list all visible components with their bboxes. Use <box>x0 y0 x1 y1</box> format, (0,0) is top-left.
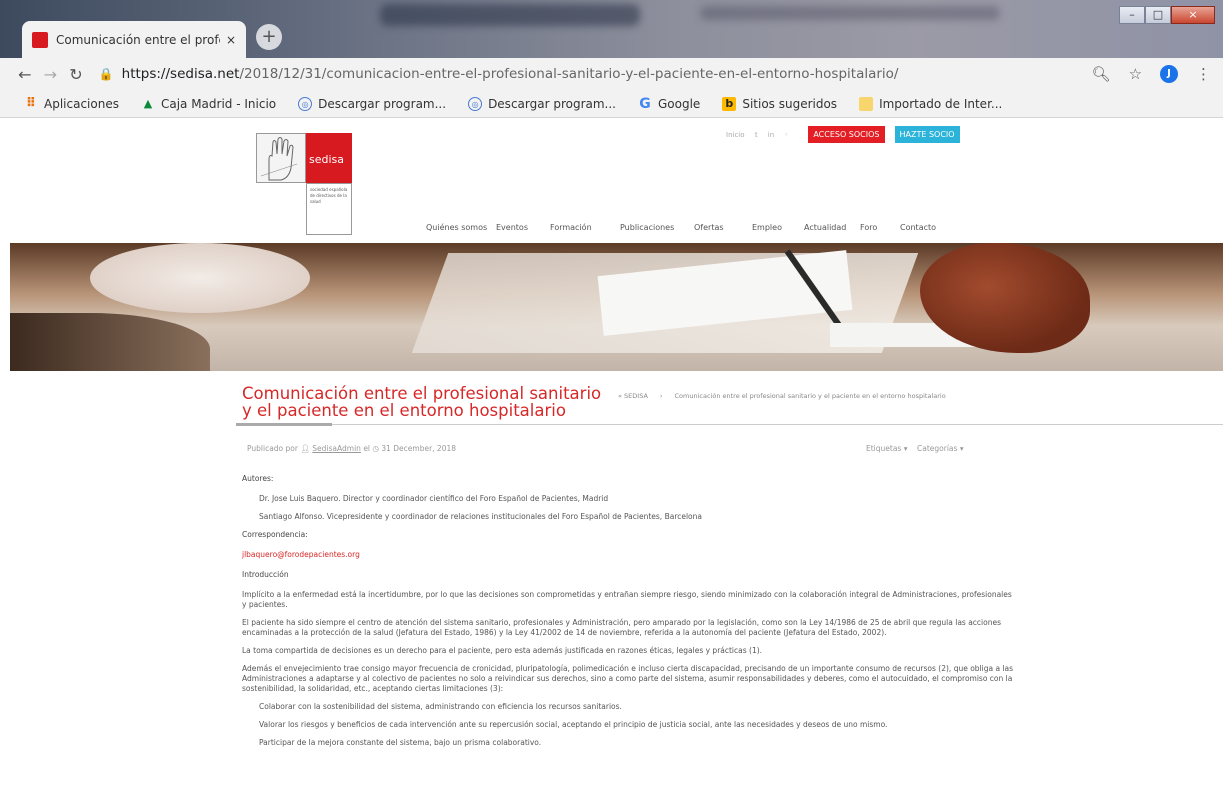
hazte-socio-button[interactable]: HAZTE SOCIO <box>894 126 960 143</box>
download-site-icon: ◎ <box>298 96 313 111</box>
reload-icon[interactable]: ↻ <box>63 65 89 84</box>
maximize-button[interactable]: □ <box>1145 6 1171 24</box>
lock-icon: 🔒 <box>98 67 114 81</box>
top-link-inicio[interactable]: Inicio <box>726 131 745 139</box>
caja-madrid-icon: ▲ <box>143 96 153 110</box>
top-utility-nav: Inicio 𝕥 in ◦ ACCESO SOCIOS HAZTE SOCIO <box>726 126 960 143</box>
nav-formacion[interactable]: Formación <box>550 223 620 232</box>
post-date: 31 December, 2018 <box>381 444 457 453</box>
authors-label: Autores: <box>242 474 274 483</box>
tab-title: Comunicación entre el profesion <box>56 32 220 47</box>
title-divider-accent <box>236 423 332 426</box>
paragraph: Implícito a la enfermedad está la incert… <box>242 590 1012 609</box>
hand-logo-icon <box>256 133 306 183</box>
hero-banner-image <box>10 243 1223 371</box>
author-entry: Dr. Jose Luis Baquero. Director y coordi… <box>259 494 609 503</box>
download-site-icon: ◎ <box>468 96 483 111</box>
list-item: Valorar los riesgos y beneficios de cada… <box>259 720 888 729</box>
bookmark-caja-madrid[interactable]: ▲ Caja Madrid - Inicio <box>141 97 276 111</box>
google-icon: G <box>639 95 651 112</box>
nav-actualidad[interactable]: Actualidad <box>804 223 860 232</box>
paragraph: Además el envejecimiento trae consigo ma… <box>242 664 1014 693</box>
correspondence-label: Correspondencia: <box>242 530 308 539</box>
window-controls: – □ × <box>1119 6 1215 24</box>
author-link[interactable]: SedisaAdmin <box>312 444 361 453</box>
url-path: /2018/12/31/comunicacion-entre-el-profes… <box>239 66 899 82</box>
background-blur <box>700 6 1000 20</box>
bookmark-sitios-sugeridos[interactable]: b Sitios sugeridos <box>722 96 837 111</box>
paragraph: El paciente ha sido siempre el centro de… <box>242 618 1002 637</box>
close-window-button[interactable]: × <box>1171 6 1215 24</box>
bookmarks-bar: ⠿ Aplicaciones ▲ Caja Madrid - Inicio ◎ Des… <box>0 90 1223 118</box>
list-item: Participar de la mejora constante del si… <box>259 738 542 747</box>
browser-tab-active[interactable]: Comunicación entre el profesion × <box>22 21 246 58</box>
forward-arrow-icon[interactable]: → <box>38 65 64 84</box>
nav-foro[interactable]: Foro <box>860 223 900 232</box>
new-tab-button[interactable]: + <box>256 24 282 50</box>
bing-icon: b <box>722 96 737 111</box>
breadcrumb: « SEDISA › Comunicación entre el profesi… <box>618 392 946 400</box>
hero-decor <box>10 313 210 371</box>
article-title: Comunicación entre el profesional sanita… <box>242 384 602 420</box>
title-divider <box>236 424 1223 425</box>
menu-kebab-icon[interactable]: ⋮ <box>1196 65 1211 83</box>
acceso-socios-button[interactable]: ACCESO SOCIOS <box>808 126 885 143</box>
article-body: Autores: Dr. Jose Luis Baquero. Director… <box>242 474 1014 756</box>
sedisa-logo[interactable]: sedisa sociedad española de directivos d… <box>256 133 354 237</box>
nav-ofertas[interactable]: Ofertas <box>694 223 752 232</box>
logo-wordmark: sedisa <box>306 133 352 183</box>
folder-icon <box>859 96 874 111</box>
list-item: Colaborar con la sostenibilidad del sist… <box>259 702 622 711</box>
nav-quienes-somos[interactable]: Quiénes somos <box>426 223 496 232</box>
close-tab-icon[interactable]: × <box>226 33 236 47</box>
nav-contacto[interactable]: Contacto <box>900 223 936 232</box>
nav-eventos[interactable]: Eventos <box>496 223 550 232</box>
paragraph: La toma compartida de decisiones es un d… <box>242 646 763 655</box>
minimize-button[interactable]: – <box>1119 6 1145 24</box>
clock-icon: ◷ <box>372 444 379 453</box>
back-arrow-icon[interactable]: ← <box>12 65 38 84</box>
apps-icon: ⠿ <box>25 95 37 111</box>
web-page: sedisa sociedad española de directivos d… <box>0 118 1223 812</box>
bookmark-importado[interactable]: Importado de Inter... <box>859 96 1002 111</box>
linkedin-icon[interactable]: in <box>768 131 774 139</box>
bookmark-google[interactable]: G Google <box>638 97 700 111</box>
browser-titlebar: Comunicación entre el profesion × + – □ … <box>0 0 1223 58</box>
tags-dropdown[interactable]: Etiquetas ▾ <box>866 444 907 453</box>
sedisa-favicon-icon <box>32 31 48 48</box>
zoom-icon[interactable]: 🔍︎ <box>1092 65 1111 83</box>
main-nav: Quiénes somos Eventos Formación Publicac… <box>426 223 936 232</box>
breadcrumb-current: Comunicación entre el profesional sanita… <box>674 392 946 400</box>
categories-dropdown[interactable]: Categorías ▾ <box>917 444 964 453</box>
address-bar[interactable]: 🔒 https://sedisa.net/2018/12/31/comunica… <box>99 61 1092 87</box>
twitter-icon[interactable]: 𝕥 <box>755 131 758 139</box>
url-host: https://sedisa.net <box>121 66 240 82</box>
bookmark-descargar-2[interactable]: ◎ Descargar program... <box>468 96 616 111</box>
user-icon: 👤︎ <box>300 444 310 453</box>
breadcrumb-separator: › <box>659 392 663 400</box>
author-entry: Santiago Alfonso. Vicepresidente y coord… <box>259 512 702 521</box>
post-meta: Publicado por 👤︎ SedisaAdmin el ◷ 31 Dec… <box>247 444 457 453</box>
nav-empleo[interactable]: Empleo <box>752 223 804 232</box>
hero-decor <box>90 243 310 313</box>
browser-toolbar: ← → ↻ 🔒 https://sedisa.net/2018/12/31/co… <box>0 58 1223 90</box>
post-taxonomy: Etiquetas ▾ Categorías ▾ <box>866 444 964 453</box>
background-blur <box>380 4 640 26</box>
intro-heading: Introducción <box>242 570 289 579</box>
bookmark-apps[interactable]: ⠿ Aplicaciones <box>24 95 119 111</box>
logo-subtext: sociedad española de directivos de la sa… <box>306 183 352 235</box>
rss-icon[interactable]: ◦ <box>784 131 788 139</box>
profile-avatar[interactable]: J <box>1160 65 1179 83</box>
bookmark-star-icon[interactable]: ☆ <box>1129 65 1142 83</box>
breadcrumb-home[interactable]: « SEDISA <box>618 392 648 400</box>
bookmark-descargar-1[interactable]: ◎ Descargar program... <box>298 96 446 111</box>
nav-publicaciones[interactable]: Publicaciones <box>620 223 694 232</box>
email-link[interactable]: jlbaquero@forodepacientes.org <box>242 550 1014 560</box>
